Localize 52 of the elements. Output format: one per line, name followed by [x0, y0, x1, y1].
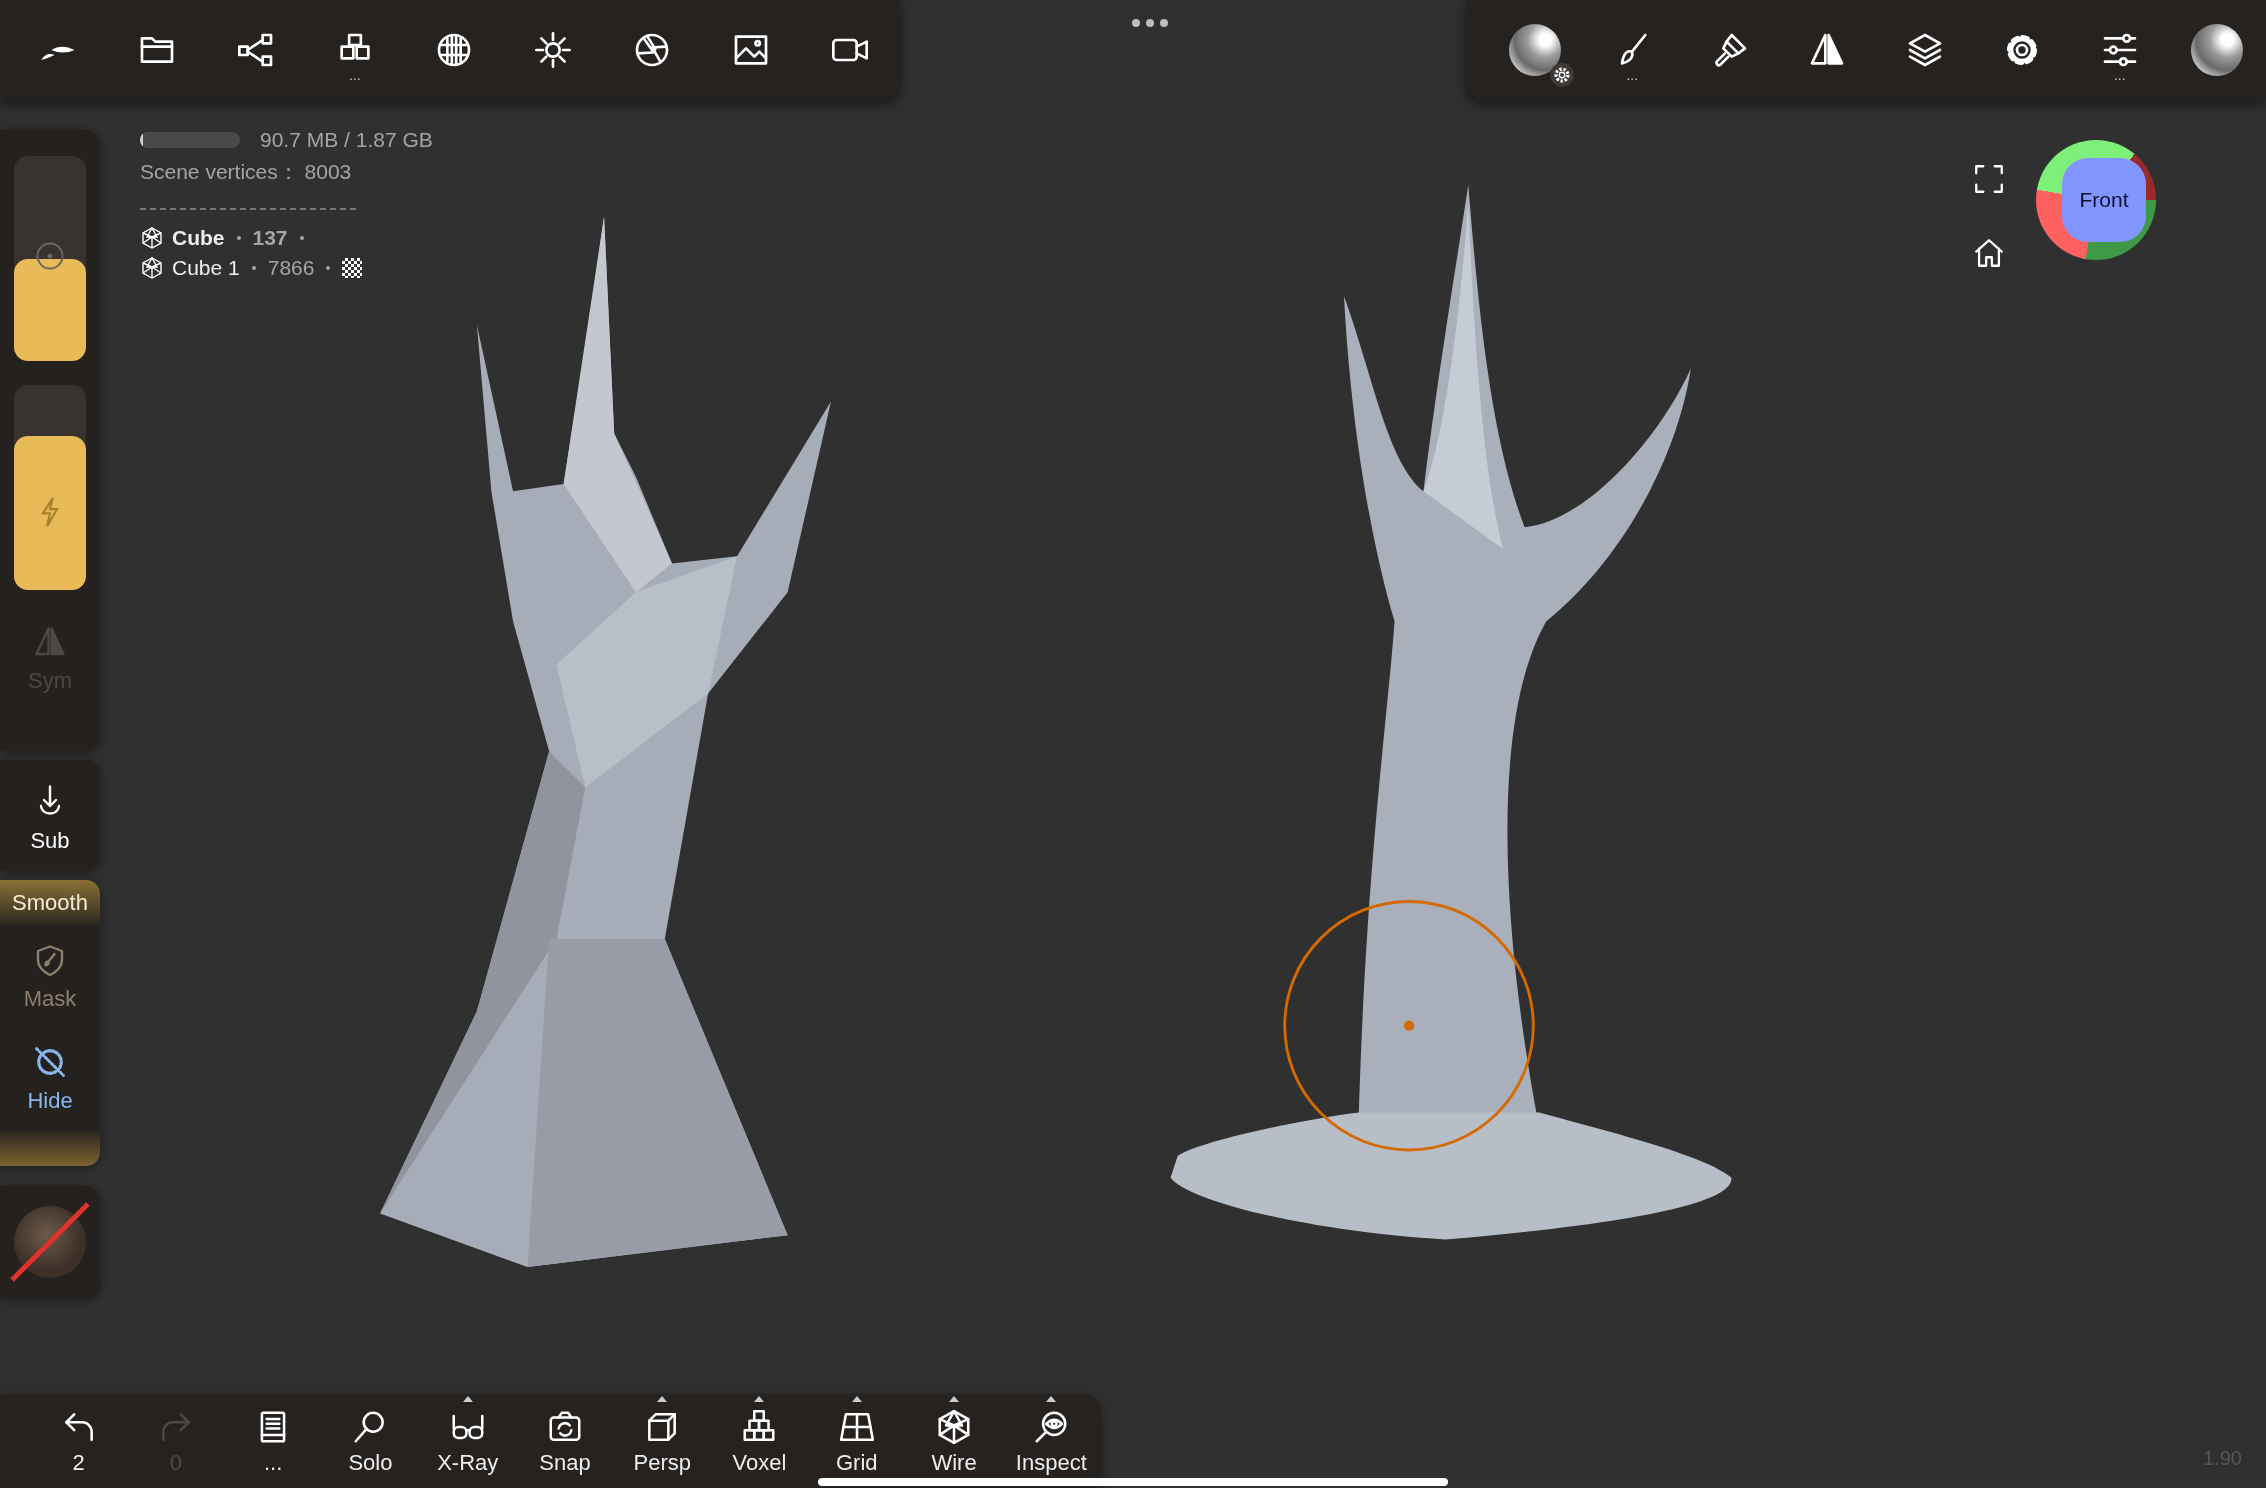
checker-texture-icon — [342, 258, 363, 278]
mesh-icon — [140, 256, 164, 280]
caret-icon — [949, 1396, 959, 1402]
subtract-label: Sub — [30, 828, 70, 854]
object-name: Cube 1 — [172, 256, 240, 280]
caret-icon — [1046, 1396, 1057, 1402]
radius-slider[interactable] — [14, 156, 86, 361]
more-indicator: ... — [2113, 68, 2126, 82]
memory-usage: 90.7 MB / 1.87 GB — [260, 128, 433, 152]
dotted-circle-icon — [32, 1044, 68, 1080]
object-entry[interactable]: Cube 1 7866 — [140, 256, 433, 280]
toolbar-button[interactable]: 2 — [30, 1394, 128, 1488]
more-indicator: ... — [1626, 68, 1639, 82]
material-off-drawing[interactable] — [8, 1200, 92, 1284]
toolbar-button[interactable]: ... — [224, 1394, 322, 1488]
toolbar-button[interactable]: Snap — [516, 1394, 614, 1488]
more-indicator: ... — [349, 68, 361, 82]
radius-icon — [35, 240, 65, 271]
caret-icon — [462, 1396, 473, 1402]
toolbar-button[interactable]: X-Ray — [419, 1394, 517, 1488]
subtract-toggle[interactable]: Sub — [0, 760, 100, 870]
view-cube-gizmo[interactable]: Front — [2036, 140, 2156, 260]
settings-badge-icon[interactable] — [1548, 62, 1575, 88]
tool-label: Hide — [27, 1088, 73, 1114]
dots-handle-icon[interactable] — [1130, 18, 1170, 28]
tool-label: Mask — [23, 986, 77, 1012]
toolbar-button[interactable]: Voxel — [710, 1394, 809, 1488]
sun-icon[interactable] — [533, 30, 574, 70]
toolbar-button[interactable]: Solo — [321, 1394, 420, 1488]
mask-tool[interactable]: Mask — [23, 926, 77, 1028]
caret-icon — [657, 1396, 668, 1402]
toolbar-button[interactable]: Inspect — [1002, 1394, 1100, 1488]
object-entry[interactable]: Cube 137 — [140, 226, 433, 250]
vertex-count: 7866 — [267, 256, 315, 280]
wireframe-icon — [935, 1408, 973, 1446]
caret-icon — [754, 1396, 765, 1402]
matcap-ball-icon[interactable] — [2191, 24, 2244, 76]
matcap-ball-icon[interactable] — [1508, 24, 1561, 76]
fullscreen-icon[interactable] — [1972, 162, 2006, 196]
brush-cursor-icon — [1283, 900, 1535, 1152]
toolbar-button[interactable]: Persp — [613, 1394, 711, 1488]
object-name: Cube — [172, 226, 225, 250]
tool-group-title[interactable]: Smooth — [0, 880, 100, 926]
scene-vertices: Scene vertices： 8003 — [140, 159, 353, 185]
toolbar-button[interactable]: Grid — [808, 1394, 906, 1488]
toolbar-button[interactable]: Wire — [905, 1394, 1003, 1488]
hide-tool[interactable]: Hide — [27, 1028, 73, 1130]
caret-icon — [851, 1396, 862, 1402]
mesh-icon — [140, 226, 164, 250]
home-icon[interactable] — [1972, 236, 2006, 270]
intensity-slider[interactable] — [14, 385, 86, 590]
vertex-count: 137 — [252, 226, 288, 250]
